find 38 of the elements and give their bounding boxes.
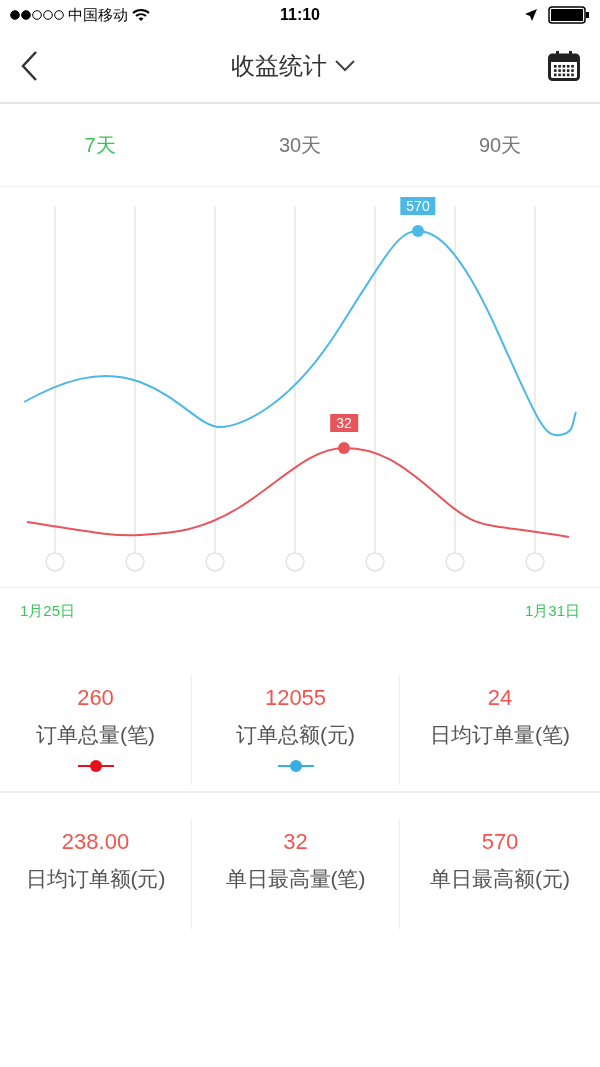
peak-point [338,442,350,454]
day-marker[interactable] [365,552,385,572]
location-icon [524,8,538,22]
stat-label: 单日最高量(笔) [225,866,366,892]
stat-label: 订单总额(元) [236,722,355,748]
stat-value: 32 [283,829,308,855]
carrier-name: 中国移动 [68,5,128,25]
peak-point [412,225,424,237]
page-title: 收益统计 [231,51,327,81]
range-tab[interactable]: 90天 [400,104,600,186]
stat-value: 570 [481,829,519,855]
end-date: 1月31日 [524,602,580,621]
calendar-icon[interactable] [548,51,580,81]
stat-label: 日均订单额(元) [25,866,166,892]
stat-value: 24 [487,685,513,711]
day-marker[interactable] [285,552,305,572]
stat-label: 日均订单量(笔) [430,722,570,748]
back-icon[interactable] [20,50,38,82]
range-tab[interactable]: 7天 [0,104,200,186]
battery-icon [548,6,590,24]
peak-tooltip: 32 [330,414,358,432]
stat-value: 12055 [264,685,327,711]
chevron-down-icon[interactable] [335,60,355,72]
signal-icon [10,10,64,20]
day-marker[interactable] [45,552,65,572]
day-marker[interactable] [125,552,145,572]
stat-value: 238.00 [61,829,130,855]
stat-value: 260 [77,685,114,711]
day-marker[interactable] [205,552,225,572]
range-tab[interactable]: 30天 [200,104,400,186]
day-marker[interactable] [445,552,465,572]
wifi-icon [132,8,150,22]
start-date: 1月25日 [20,602,76,621]
peak-tooltip: 570 [400,197,436,215]
stat-label: 订单总量(笔) [36,722,155,748]
status-time: 11:10 [279,6,320,24]
day-marker[interactable] [525,552,545,572]
stat-label: 单日最高额(元) [430,866,570,892]
